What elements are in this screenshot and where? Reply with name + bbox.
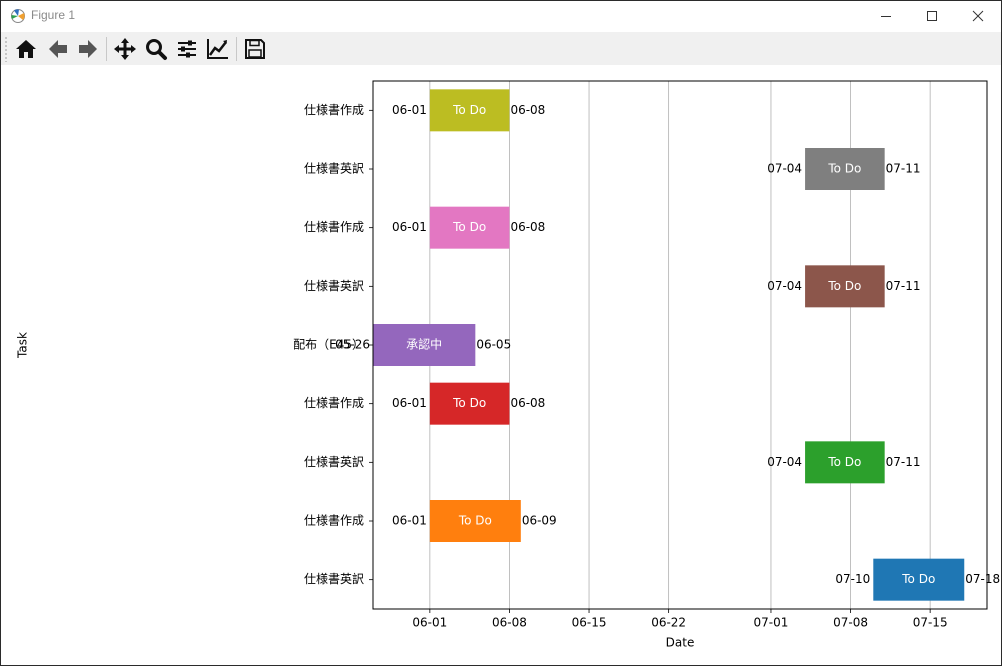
window-title: Figure 1 (31, 8, 76, 22)
zoom-button[interactable] (142, 35, 170, 63)
x-tick-label: 06-01 (412, 616, 447, 630)
edit-axis-button[interactable] (204, 35, 232, 63)
maximize-button[interactable] (909, 1, 955, 31)
x-tick-label: 07-08 (833, 616, 868, 630)
bar-status-label: To Do (458, 514, 492, 528)
x-axis-label: Date (666, 636, 695, 650)
save-icon (245, 39, 265, 59)
y-axis-label: Task (16, 332, 30, 359)
y-tick-label: 仕様書英訳 (304, 571, 364, 586)
y-tick-label: 仕様書英訳 (304, 278, 364, 293)
line-chart-icon (207, 39, 228, 59)
minimize-icon (881, 16, 891, 17)
bar-status-label: To Do (827, 279, 861, 293)
y-tick-label: 仕様書作成 (304, 396, 364, 410)
bar-start-label: 07-04 (767, 162, 802, 176)
close-button[interactable] (955, 1, 1001, 31)
bar-end-label: 07-11 (886, 455, 921, 469)
x-tick-label: 07-15 (913, 616, 948, 630)
toolbar-grip[interactable] (5, 36, 7, 62)
title-bar: Figure 1 (1, 1, 1001, 31)
bar-start-label: 06-01 (392, 220, 427, 234)
bar-start-label: 06-01 (392, 396, 427, 410)
y-tick-label: 配布（E45） (293, 338, 364, 352)
maximize-icon (927, 11, 937, 21)
figure-window: Figure 1 06-01 06-08 06-15 06-22 07-01 0… (0, 0, 1002, 666)
bar-end-label: 06-08 (510, 220, 545, 234)
x-tick-label: 06-08 (492, 616, 527, 630)
bar-end-label: 06-09 (522, 514, 557, 528)
bar-status-label: To Do (452, 220, 486, 234)
zoom-icon (146, 39, 167, 60)
bar-end-label: 06-08 (510, 103, 545, 117)
subplots-button[interactable] (173, 35, 201, 63)
x-tick-label: 06-15 (572, 616, 607, 630)
bar-start-label: 06-01 (392, 514, 427, 528)
move-icon (114, 38, 136, 60)
y-tick-label: 仕様書英訳 (304, 161, 364, 176)
bar-start-label: 07-04 (767, 455, 802, 469)
bar-end-label: 07-11 (886, 162, 921, 176)
toolbar-separator (236, 37, 237, 61)
y-tick-label: 仕様書作成 (304, 103, 364, 117)
forward-button[interactable] (74, 35, 102, 63)
bar-status-label: To Do (452, 103, 486, 117)
pan-button[interactable] (111, 35, 139, 63)
bar-end-label: 07-11 (886, 279, 921, 293)
bar-end-label: 07-18 (965, 572, 1000, 586)
minimize-button[interactable] (863, 1, 909, 31)
bar-start-label: 07-10 (835, 572, 870, 586)
y-tick-label: 仕様書英訳 (304, 454, 364, 469)
arrow-right-icon (79, 40, 97, 58)
bar-start-label: 06-01 (392, 103, 427, 117)
bar-status-label: To Do (452, 396, 486, 410)
bar-end-label: 06-05 (476, 338, 511, 352)
back-button[interactable] (44, 35, 72, 63)
bar-status-label: To Do (827, 162, 861, 176)
bar-status-label: 承認中 (406, 337, 442, 352)
arrow-left-icon (49, 40, 67, 58)
navigation-toolbar (1, 32, 1001, 65)
matplotlib-logo-icon (11, 9, 25, 23)
bar-status-label: To Do (901, 572, 935, 586)
gantt-chart[interactable]: 06-01 06-08 06-15 06-22 07-01 07-08 07-15 To Do… (1, 65, 1001, 665)
x-tick-label: 07-01 (754, 616, 789, 630)
y-tick-label: 仕様書作成 (304, 514, 364, 528)
y-tick-label: 仕様書作成 (304, 220, 364, 234)
home-button[interactable] (12, 35, 40, 63)
x-tick-label: 06-22 (651, 616, 686, 630)
figure-canvas[interactable]: 06-01 06-08 06-15 06-22 07-01 07-08 07-15 To Do… (1, 65, 1001, 665)
toolbar-separator (106, 37, 107, 61)
save-button[interactable] (241, 35, 269, 63)
close-icon (972, 10, 984, 22)
bar-start-label: 07-04 (767, 279, 802, 293)
sliders-icon (178, 40, 196, 58)
bar-end-label: 06-08 (510, 396, 545, 410)
home-icon (16, 40, 36, 58)
bar-status-label: To Do (827, 455, 861, 469)
